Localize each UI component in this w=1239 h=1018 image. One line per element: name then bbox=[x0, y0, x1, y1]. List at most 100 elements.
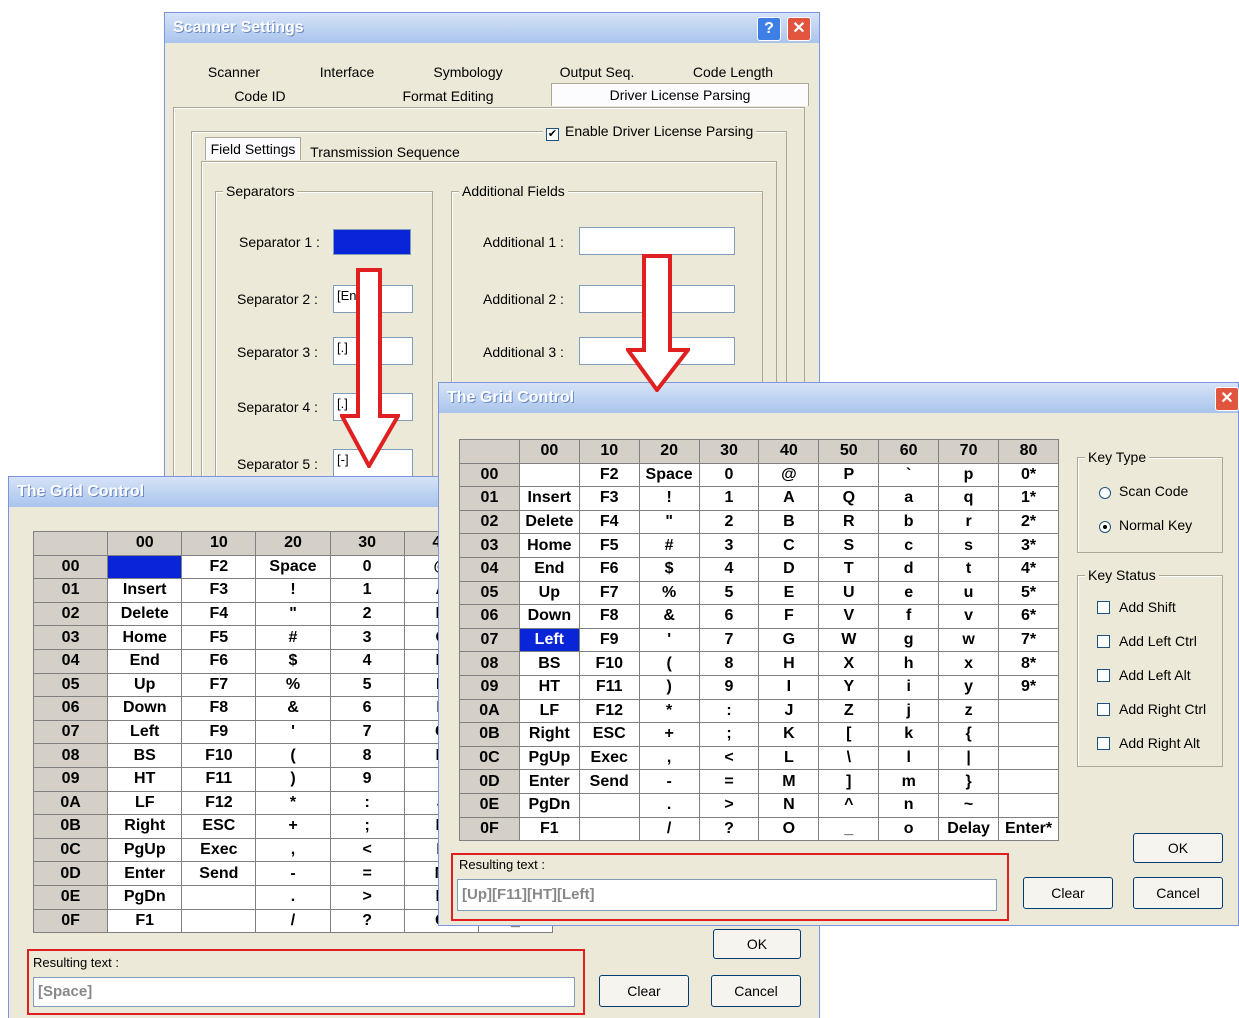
grid-cell[interactable]: M bbox=[758, 769, 820, 794]
grid-cell[interactable]: PgUp bbox=[518, 745, 580, 771]
grid-cell[interactable]: F8 bbox=[181, 696, 257, 721]
grid-cell[interactable]: 4* bbox=[998, 556, 1059, 582]
add-right-alt-checkbox[interactable] bbox=[1097, 737, 1110, 750]
grid-cell[interactable] bbox=[998, 745, 1059, 771]
grid-cell[interactable]: } bbox=[938, 769, 1000, 794]
grid-cell[interactable]: , bbox=[638, 745, 700, 771]
grid-cell[interactable]: ) bbox=[255, 766, 331, 792]
grid-cell[interactable]: R bbox=[818, 509, 880, 535]
grid-cell[interactable]: F2 bbox=[578, 462, 640, 488]
grid-cell[interactable]: ^ bbox=[818, 792, 880, 818]
grid-cell[interactable]: h bbox=[878, 651, 940, 676]
grid-cell[interactable]: 5 bbox=[698, 580, 760, 606]
grid-cell[interactable]: $ bbox=[255, 648, 331, 674]
grid-cell[interactable]: N bbox=[758, 792, 820, 818]
grid-cell[interactable]: Enter* bbox=[998, 816, 1059, 842]
grid-cell[interactable]: F12 bbox=[181, 790, 257, 816]
grid-cell[interactable]: LF bbox=[107, 790, 183, 816]
grid-cell[interactable]: | bbox=[938, 745, 1000, 771]
grid-cell[interactable]: Up bbox=[518, 580, 580, 606]
grid-cell[interactable]: & bbox=[255, 696, 331, 721]
grid-cell[interactable]: ! bbox=[255, 578, 331, 603]
grid-cell[interactable]: U bbox=[818, 580, 880, 606]
grid-cell[interactable]: ? bbox=[329, 908, 405, 934]
grid-cell[interactable]: F7 bbox=[578, 580, 640, 606]
grid-cell[interactable]: - bbox=[638, 769, 700, 794]
grid-cell[interactable]: 2 bbox=[329, 601, 405, 627]
tab-symbology[interactable]: Symbology bbox=[405, 61, 531, 83]
grid-cell[interactable] bbox=[181, 908, 257, 934]
grid-cell[interactable]: A bbox=[758, 486, 820, 511]
grid-cell[interactable]: ? bbox=[698, 816, 760, 842]
grid-cell[interactable]: 4 bbox=[329, 648, 405, 674]
grid-cell[interactable]: + bbox=[255, 814, 331, 839]
grid-cell[interactable]: 8 bbox=[329, 743, 405, 768]
grid-cell[interactable]: F10 bbox=[181, 743, 257, 768]
grid-cell[interactable]: 6* bbox=[998, 604, 1059, 629]
add-left-alt-checkbox[interactable] bbox=[1097, 669, 1110, 682]
grid-cell[interactable]: F11 bbox=[181, 766, 257, 792]
grid-cell[interactable]: Send bbox=[181, 861, 257, 886]
grid-cell[interactable]: ( bbox=[638, 651, 700, 676]
grid-cell[interactable]: Left bbox=[107, 719, 183, 745]
grid-cell[interactable]: " bbox=[255, 601, 331, 627]
grid-cell[interactable]: Down bbox=[107, 696, 183, 721]
grid-cell[interactable]: F1 bbox=[107, 908, 183, 934]
tab-code-length[interactable]: Code Length bbox=[663, 61, 803, 83]
grid-cell[interactable]: a bbox=[878, 486, 940, 511]
grid-cell[interactable]: > bbox=[698, 792, 760, 818]
tab-code-id[interactable]: Code ID bbox=[179, 85, 341, 107]
grid-cell[interactable]: 9 bbox=[329, 766, 405, 792]
add-right-ctrl-checkbox[interactable] bbox=[1097, 703, 1110, 716]
tab-interface[interactable]: Interface bbox=[291, 61, 403, 83]
grid-cell[interactable]: F11 bbox=[578, 674, 640, 700]
grid-cell[interactable]: . bbox=[255, 884, 331, 910]
grid-cell[interactable]: BS bbox=[518, 651, 580, 676]
grid-cell[interactable]: e bbox=[878, 580, 940, 606]
grid2-resulting-text[interactable]: [Up][F11][HT][Left] bbox=[457, 879, 997, 911]
grid-cell[interactable]: 0 bbox=[329, 554, 405, 580]
grid-cell[interactable]: 1 bbox=[329, 578, 405, 603]
grid-cell[interactable]: & bbox=[638, 604, 700, 629]
grid-cell[interactable]: Right bbox=[518, 722, 580, 747]
grid-cell[interactable]: F8 bbox=[578, 604, 640, 629]
grid-cell[interactable]: 4 bbox=[698, 556, 760, 582]
grid-cell[interactable]: End bbox=[107, 648, 183, 674]
grid2-clear-button[interactable]: Clear bbox=[1023, 877, 1113, 909]
grid-cell[interactable]: b bbox=[878, 509, 940, 535]
grid1-ok-button[interactable]: OK bbox=[713, 929, 801, 959]
help-icon[interactable]: ? bbox=[757, 17, 781, 41]
grid-cell[interactable]: Enter bbox=[107, 861, 183, 886]
grid-cell[interactable] bbox=[998, 769, 1059, 794]
grid-cell[interactable]: Space bbox=[255, 554, 331, 580]
grid-cell[interactable]: ESC bbox=[181, 814, 257, 839]
grid-cell[interactable]: # bbox=[255, 625, 331, 650]
grid-cell[interactable]: ; bbox=[329, 814, 405, 839]
grid1-clear-button[interactable]: Clear bbox=[599, 975, 689, 1007]
grid-cell[interactable]: 8* bbox=[998, 651, 1059, 676]
grid-cell[interactable]: c bbox=[878, 533, 940, 558]
subtab-transmission-sequence[interactable]: Transmission Sequence bbox=[303, 141, 467, 163]
grid2-ok-button[interactable]: OK bbox=[1133, 833, 1223, 863]
grid2-titlebar[interactable]: The Grid Control bbox=[439, 383, 1238, 413]
grid-cell[interactable]: s bbox=[938, 533, 1000, 558]
grid-cell[interactable]: 0* bbox=[998, 462, 1059, 488]
grid-cell[interactable]: HT bbox=[107, 766, 183, 792]
subtab-field-settings[interactable]: Field Settings bbox=[205, 137, 301, 160]
normal-key-radio[interactable] bbox=[1099, 521, 1111, 533]
grid-cell[interactable]: ESC bbox=[578, 722, 640, 747]
grid-cell[interactable] bbox=[998, 722, 1059, 747]
add-left-ctrl-checkbox[interactable] bbox=[1097, 635, 1110, 648]
grid2-cancel-button[interactable]: Cancel bbox=[1133, 877, 1223, 909]
grid1-cancel-button[interactable]: Cancel bbox=[711, 975, 801, 1007]
add-shift-checkbox[interactable] bbox=[1097, 601, 1110, 614]
grid-cell[interactable]: C bbox=[758, 533, 820, 558]
grid1-resulting-text[interactable]: [Space] bbox=[33, 977, 575, 1007]
grid-cell[interactable]: 0 bbox=[698, 462, 760, 488]
tab-driver-license-parsing[interactable]: Driver License Parsing bbox=[551, 83, 809, 106]
grid-cell[interactable]: 7 bbox=[329, 719, 405, 745]
grid-cell[interactable]: F9 bbox=[578, 627, 640, 653]
grid-cell[interactable]: Space bbox=[638, 462, 700, 488]
grid-cell[interactable]: ~ bbox=[938, 792, 1000, 818]
grid-cell[interactable]: v bbox=[938, 604, 1000, 629]
